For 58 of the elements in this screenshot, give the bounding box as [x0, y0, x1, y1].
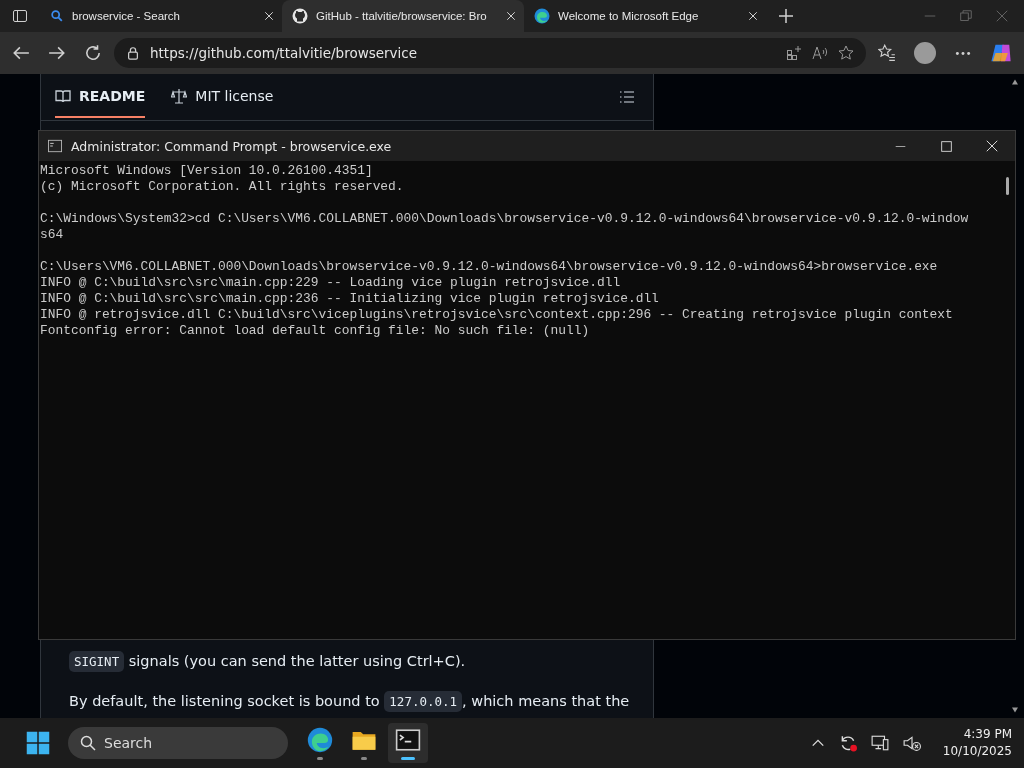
close-icon	[986, 140, 998, 152]
scale-icon	[171, 88, 188, 104]
console-line: C:\Users\VM6.COLLABNET.000\Downloads\browservice-v0.9.12.0-windows64\browservice-v0.9.12.0-windows64>browservice.exe	[40, 259, 938, 274]
close-icon	[748, 11, 758, 21]
maximize-icon	[940, 140, 952, 152]
plus-icon	[778, 8, 794, 24]
edge-icon	[307, 726, 333, 753]
taskbar-search-field[interactable]: Search	[68, 727, 288, 759]
readme-tab[interactable]: README	[55, 76, 146, 118]
window-title: Administrator: Command Prompt - browservice.exe	[71, 138, 392, 154]
browser-tab[interactable]: GitHub - ttalvitie/browservice: Bro	[282, 0, 524, 32]
console-line: INFO @ C:\build\src\src\main.cpp:236 -- Initializing vice plugin retrojsvice.dll	[40, 291, 659, 306]
clock-date: 10/10/2025	[942, 743, 1012, 760]
speaker-muted-icon	[902, 734, 921, 752]
scroll-thumb[interactable]	[1006, 177, 1009, 195]
avatar-icon	[914, 42, 936, 64]
scroll-down-icon	[1011, 706, 1019, 714]
close-icon	[264, 11, 274, 21]
search-icon	[80, 735, 96, 751]
close-icon	[506, 11, 516, 21]
console-line: INFO @ C:\build\src\src\main.cpp:229 -- Loading vice plugin retrojsvice.dll	[40, 275, 621, 290]
browser-tab[interactable]: Welcome to Microsoft Edge	[524, 0, 766, 32]
book-icon	[55, 88, 71, 104]
clock-time: 4:39 PM	[963, 726, 1012, 743]
github-icon	[292, 8, 308, 24]
windows-logo-icon	[26, 731, 50, 755]
readme-tab[interactable]: MIT license	[171, 76, 274, 118]
back-arrow-icon	[12, 44, 30, 62]
console-line: Fontconfig error: Cannot load default config file: No such file: (null)	[40, 323, 590, 338]
lock-icon	[126, 46, 140, 60]
forward-arrow-icon	[48, 44, 66, 62]
taskbar-app[interactable]	[388, 723, 428, 763]
search-icon	[50, 9, 64, 23]
star-icon	[838, 45, 854, 61]
terminal-icon	[395, 726, 421, 753]
copilot-icon	[990, 42, 1012, 64]
close-icon	[996, 10, 1008, 22]
console-icon	[47, 139, 63, 153]
network-icon	[870, 734, 889, 752]
console-line: Microsoft Windows [Version 10.0.26100.4351]	[40, 163, 373, 178]
console-line: s64	[40, 227, 64, 242]
url-text: https://github.com/ttalvitie/browservice	[150, 45, 419, 61]
browser-tab[interactable]: browservice - Search	[40, 0, 282, 32]
scroll-up-icon	[1011, 78, 1019, 86]
console-line: (c) Microsoft Corporation. All rights reserved.	[40, 179, 404, 194]
app-grid-icon	[786, 45, 802, 61]
console-line: INFO @ retrojsvice.dll C:\build\src\viceplugins\retrojsvice\src\context.cpp:296 -- Creating retrojsvice plugin context	[40, 307, 953, 322]
address-bar[interactable]: https://github.com/ttalvitie/browservice	[114, 38, 866, 68]
edge-icon	[534, 8, 550, 24]
tab-actions-icon	[12, 8, 28, 24]
console-line: C:\Windows\System32>cd C:\Users\VM6.COLLABNET.000\Downloads\browservice-v0.9.12.0-windows64\browservice-v0.9.12.0-window	[40, 211, 969, 226]
read-aloud-icon	[812, 45, 828, 61]
more-icon	[954, 50, 972, 56]
refresh-icon	[84, 44, 102, 62]
favorites-icon	[878, 44, 896, 62]
list-icon	[619, 89, 635, 105]
restore-icon	[960, 10, 972, 22]
paragraph: SIGINT signals (you can send the latter using Ctrl+C).	[69, 650, 625, 672]
